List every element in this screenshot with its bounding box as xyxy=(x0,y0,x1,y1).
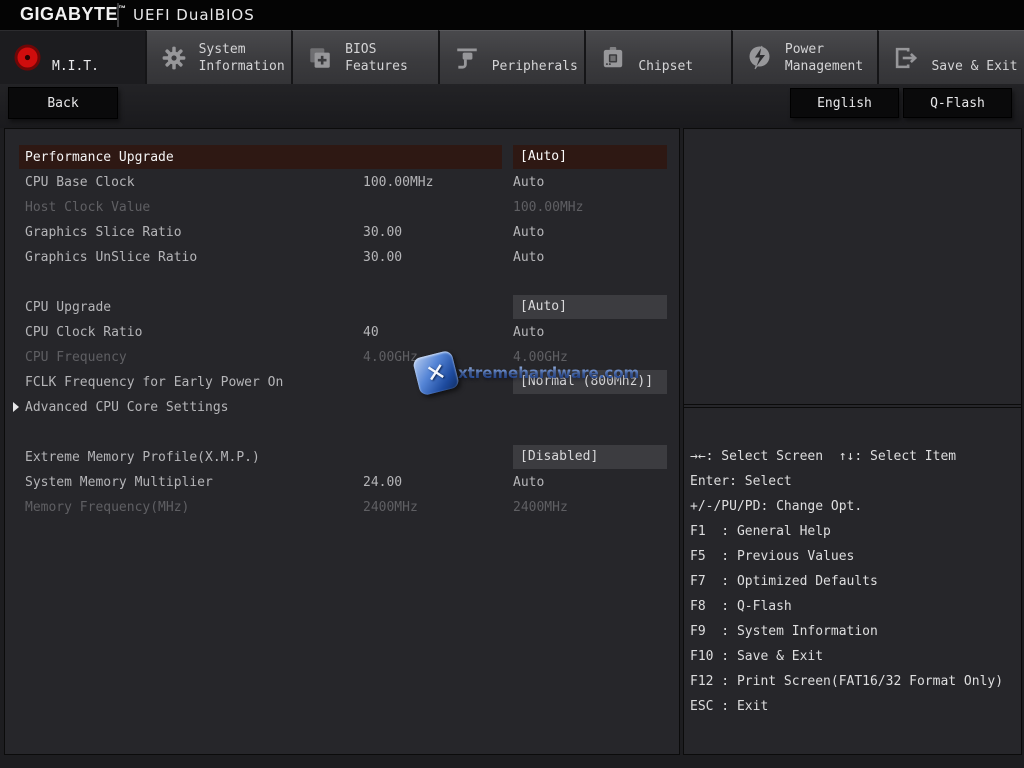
setting-value: Auto xyxy=(513,250,545,265)
gigabyte-logo: GIGABYTE™ xyxy=(20,4,127,24)
hotkey-help-line: F12 : Print Screen(FAT16/32 Format Only) xyxy=(690,674,1004,689)
tab-label: BIOS Features xyxy=(345,41,408,74)
setting-label: Memory Frequency(MHz) xyxy=(25,500,190,515)
setting-current-value: 40 xyxy=(363,325,379,340)
tab-power-management[interactable]: Power Management xyxy=(730,30,878,84)
setting-row[interactable]: CPU Base Clock 100.00MHz Auto xyxy=(5,170,679,195)
setting-row[interactable]: CPU Frequency 4.00GHz 4.00GHz xyxy=(5,345,679,370)
hotkey-help-line: F9 : System Information xyxy=(690,624,878,639)
back-button[interactable]: Back xyxy=(8,87,118,119)
setting-value-dropdown[interactable]: [Auto] xyxy=(513,295,667,319)
setting-value-dropdown[interactable]: [Auto] xyxy=(513,145,667,169)
setting-row[interactable]: Advanced CPU Core Settings xyxy=(5,395,679,420)
settings-panel: Performance Upgrade [Auto] CPU Base Clock 1… xyxy=(4,128,680,755)
qflash-button[interactable]: Q-Flash xyxy=(903,88,1012,118)
settings-list: Performance Upgrade [Auto] CPU Base Clock 1… xyxy=(5,145,679,520)
setting-value-dropdown[interactable]: [Disabled] xyxy=(513,445,667,469)
exit-icon xyxy=(892,44,920,72)
setting-current-value: 100.00MHz xyxy=(363,175,434,190)
setting-current-value: 30.00 xyxy=(363,225,403,240)
setting-value: 2400MHz xyxy=(513,500,568,515)
plug-icon xyxy=(453,44,481,72)
hotkey-help-line: →←: Select Screen ↑↓: Select Item xyxy=(690,449,957,464)
tab-label: Save & Exit xyxy=(931,58,1018,74)
setting-label: CPU Upgrade xyxy=(25,300,112,315)
setting-label: CPU Clock Ratio xyxy=(25,325,143,340)
setting-row[interactable]: Extreme Memory Profile(X.M.P.) [Disabled] xyxy=(5,445,679,470)
setting-value: 4.00GHz xyxy=(513,350,568,365)
chip-icon xyxy=(599,44,627,72)
setting-current-value: 4.00GHz xyxy=(363,350,418,365)
setting-value: Auto xyxy=(513,175,545,190)
hotkey-help-line: Enter: Select xyxy=(690,474,792,489)
setting-value: Auto xyxy=(513,325,545,340)
hotkey-help-line: F8 : Q-Flash xyxy=(690,599,792,614)
setting-row[interactable]: Host Clock Value 100.00MHz xyxy=(5,195,679,220)
setting-label: Extreme Memory Profile(X.M.P.) xyxy=(25,450,260,465)
lightning-icon xyxy=(746,44,774,72)
settings-spacer xyxy=(5,270,679,295)
setting-label: Graphics UnSlice Ratio xyxy=(25,250,198,265)
help-panel: →←: Select Screen ↑↓: Select Item Enter: … xyxy=(683,128,1022,755)
hotkey-help-line: +/-/PU/PD: Change Opt. xyxy=(690,499,863,514)
setting-row[interactable]: System Memory Multiplier 24.00 Auto xyxy=(5,470,679,495)
gear-icon xyxy=(160,44,188,72)
setting-row[interactable]: FCLK Frequency for Early Power On [Normal… xyxy=(5,370,679,395)
hotkey-help-box: →←: Select Screen ↑↓: Select Item Enter: … xyxy=(684,407,1021,754)
setting-value: Auto xyxy=(513,225,545,240)
tab-label: Power Management xyxy=(784,41,864,74)
tab-label: Chipset xyxy=(638,58,694,74)
hotkey-help-line: F1 : General Help xyxy=(690,524,831,539)
tab-peripherals[interactable]: Peripherals xyxy=(437,30,585,84)
setting-label: Performance Upgrade xyxy=(25,150,174,165)
language-button[interactable]: English xyxy=(790,88,899,118)
setting-row[interactable]: CPU Clock Ratio 40 Auto xyxy=(5,320,679,345)
item-description-box xyxy=(684,129,1021,405)
tab-chipset[interactable]: Chipset xyxy=(584,30,731,84)
setting-row[interactable]: Memory Frequency(MHz) 2400MHz 2400MHz xyxy=(5,495,679,520)
setting-label: System Memory Multiplier xyxy=(25,475,213,490)
setting-label: CPU Frequency xyxy=(25,350,127,365)
setting-current-value: 2400MHz xyxy=(363,500,418,515)
setting-current-value: 24.00 xyxy=(363,475,403,490)
settings-spacer xyxy=(5,420,679,445)
setting-label: FCLK Frequency for Early Power On xyxy=(25,375,284,390)
tab-save-exit[interactable]: Save & Exit xyxy=(877,30,1024,84)
product-title: UEFI DualBIOS xyxy=(133,6,255,24)
hotkey-help-line: F7 : Optimized Defaults xyxy=(690,574,878,589)
setting-label: Host Clock Value xyxy=(25,200,151,215)
tab-label: M.I.T. xyxy=(52,58,99,74)
setting-label: Graphics Slice Ratio xyxy=(25,225,182,240)
setting-current-value: 30.00 xyxy=(363,250,403,265)
tab-bar: M.I.T. System Information BIOS Features Per… xyxy=(0,30,1024,84)
setting-row[interactable]: Graphics UnSlice Ratio 30.00 Auto xyxy=(5,245,679,270)
top-brand-bar: GIGABYTE™ UEFI DualBIOS xyxy=(0,0,1024,30)
tab-mit[interactable]: M.I.T. xyxy=(0,30,145,84)
tab-bios-features[interactable]: BIOS Features xyxy=(291,30,438,84)
hotkey-help-line: ESC : Exit xyxy=(690,699,769,714)
folder-plus-icon xyxy=(306,44,334,72)
setting-label: Advanced CPU Core Settings xyxy=(25,400,229,415)
setting-value-dropdown[interactable]: [Normal (800Mhz)] xyxy=(513,370,667,394)
setting-row[interactable]: Performance Upgrade [Auto] xyxy=(5,145,679,170)
tab-system-information[interactable]: System Information xyxy=(144,30,292,84)
setting-row[interactable]: Graphics Slice Ratio 30.00 Auto xyxy=(5,220,679,245)
sub-toolbar: Back English Q-Flash xyxy=(0,84,1024,128)
tab-label: Peripherals xyxy=(491,58,578,74)
setting-value: Auto xyxy=(513,475,545,490)
setting-label: CPU Base Clock xyxy=(25,175,135,190)
hotkey-help-line: F5 : Previous Values xyxy=(690,549,855,564)
setting-row[interactable]: CPU Upgrade [Auto] xyxy=(5,295,679,320)
red-dot-icon xyxy=(13,44,41,72)
submenu-arrow-icon xyxy=(13,402,19,412)
hotkey-help-line: F10 : Save & Exit xyxy=(690,649,824,664)
brand-divider xyxy=(117,3,119,27)
tab-label: System Information xyxy=(198,41,285,74)
setting-value: 100.00MHz xyxy=(513,200,584,215)
